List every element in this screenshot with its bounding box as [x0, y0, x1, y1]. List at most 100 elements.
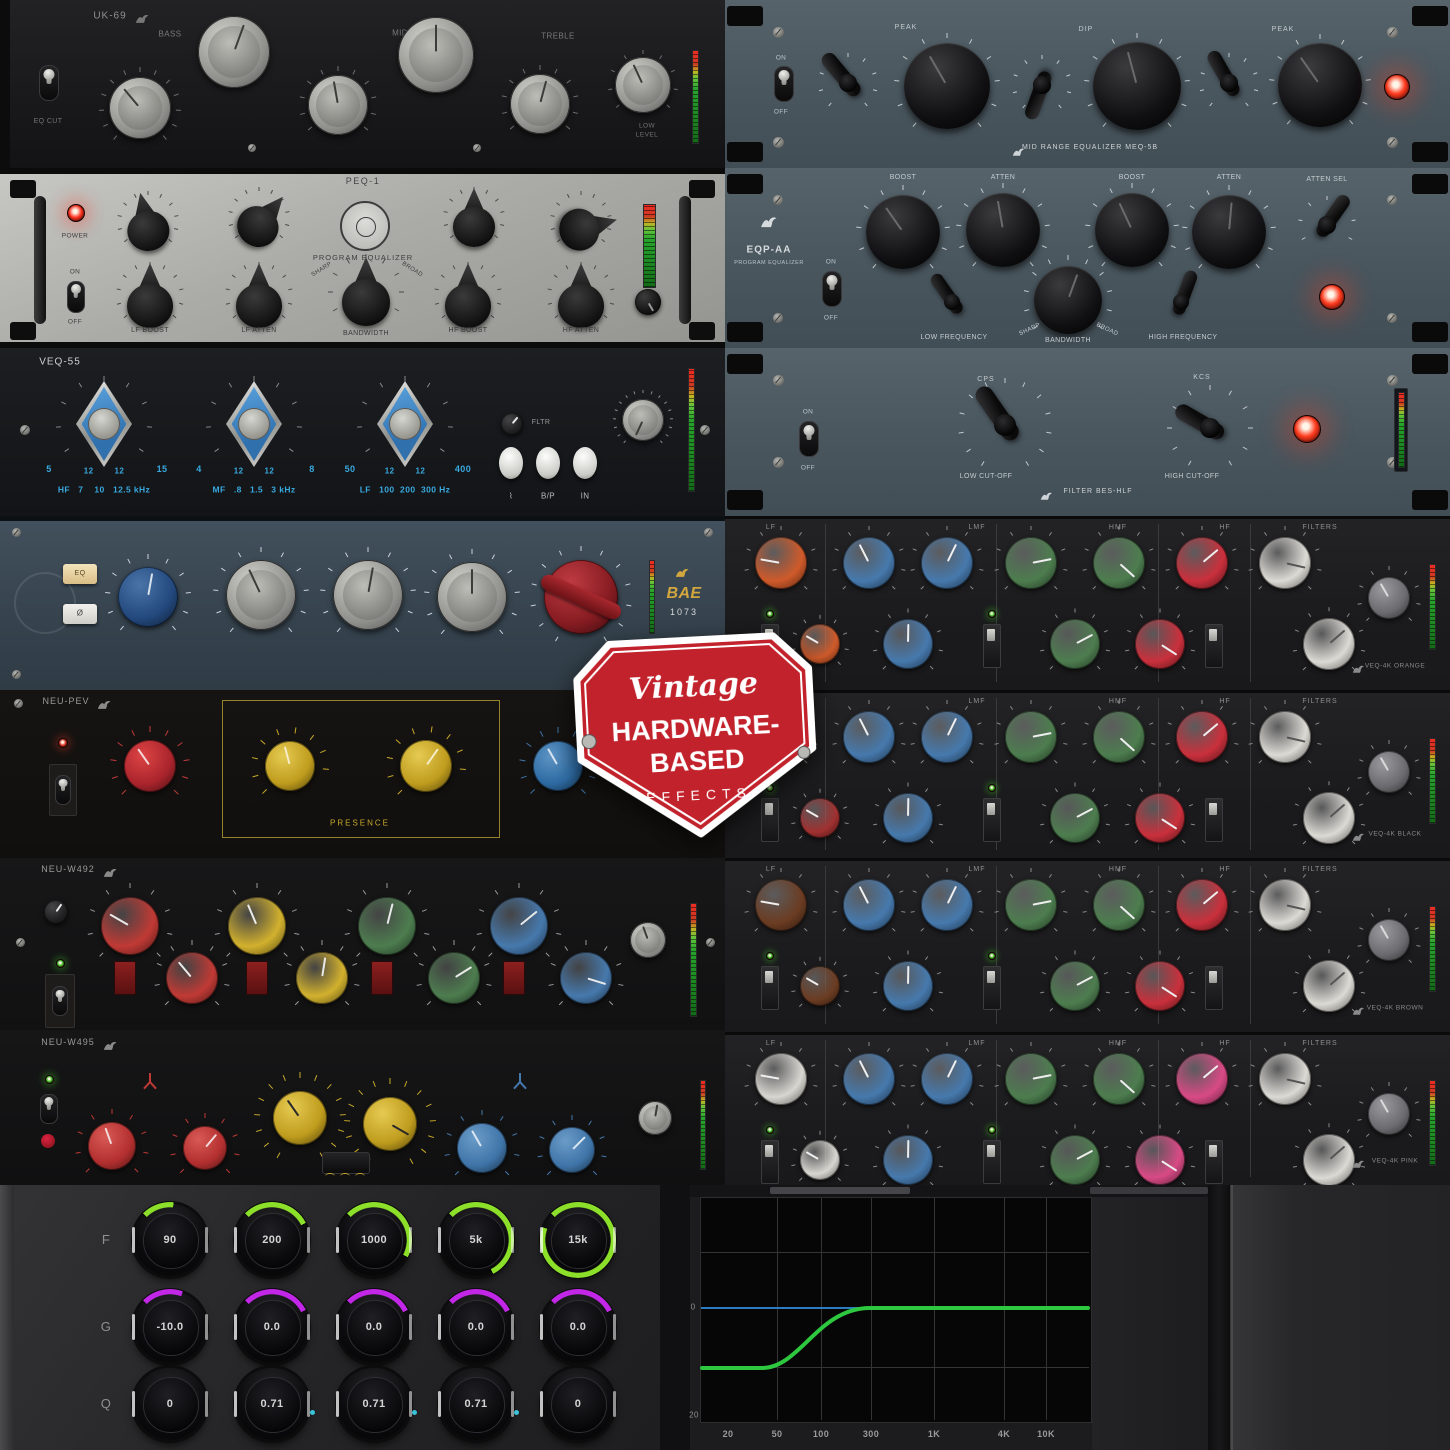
w495-hf-gain[interactable]	[549, 1127, 595, 1173]
veq55-band-knob[interactable]	[226, 381, 282, 467]
veq4k-slide-switch[interactable]	[1205, 1140, 1223, 1184]
veq4k-top-knob[interactable]	[843, 1053, 895, 1105]
w492-gain-knob[interactable]	[630, 922, 666, 958]
veq4k-top-knob[interactable]	[1005, 711, 1057, 763]
veq55-band-knob[interactable]	[377, 381, 433, 467]
w495-lf-freq[interactable]	[88, 1122, 136, 1170]
veq4k-top-knob[interactable]	[1093, 1053, 1145, 1105]
veq4k-bottom-knob[interactable]	[1050, 619, 1100, 669]
toolbar-button[interactable]	[770, 1187, 910, 1194]
veq4k-top-knob[interactable]	[921, 1053, 973, 1105]
veq4k-slide-switch[interactable]	[1205, 624, 1223, 668]
veq4k-top-knob[interactable]	[1259, 1053, 1311, 1105]
peq1-gain-knob[interactable]	[635, 289, 661, 315]
neupev-toggle[interactable]	[55, 775, 71, 804]
veq4k-top-knob[interactable]	[843, 711, 895, 763]
w492-bottom-knob[interactable]	[560, 952, 612, 1004]
eqpaa-knob[interactable]	[1192, 195, 1266, 269]
peq1-bottom-knob[interactable]	[235, 263, 283, 329]
peq1-bottom-knob[interactable]	[444, 263, 492, 329]
neupev-presence-knob1[interactable]	[265, 741, 315, 791]
veq4k-top-knob[interactable]	[755, 537, 807, 589]
veq4k-bottom-knob[interactable]	[1050, 1135, 1100, 1185]
veq4k-bottom-knob[interactable]	[1050, 961, 1100, 1011]
veq4k-top-knob[interactable]	[921, 879, 973, 931]
veq4k-top-knob[interactable]	[1005, 537, 1057, 589]
veq4k-top-knob[interactable]	[1259, 879, 1311, 931]
veq4k-slide-switch[interactable]	[761, 1140, 779, 1184]
veq55-band-knob[interactable]	[76, 381, 132, 467]
veq4k-slide-switch[interactable]	[983, 966, 1001, 1010]
eq-knob[interactable]: 0.0	[338, 1291, 410, 1363]
veq4k-bottom-knob[interactable]	[1303, 618, 1355, 670]
veq4k-bottom-knob[interactable]	[1303, 960, 1355, 1012]
bae-mid-knob[interactable]	[437, 562, 507, 632]
veq4k-slide-switch[interactable]	[983, 624, 1001, 668]
veq4k-top-knob[interactable]	[921, 711, 973, 763]
uk69-knob-1[interactable]	[109, 77, 171, 139]
eq-knob[interactable]: 0.0	[440, 1291, 512, 1363]
peq1-bottom-knob[interactable]	[126, 263, 174, 329]
w495-gain-knob[interactable]	[638, 1101, 672, 1135]
veq4k-bottom-knob[interactable]	[883, 1135, 933, 1185]
eq-knob[interactable]: 0	[542, 1368, 614, 1440]
veq55-button[interactable]	[573, 447, 597, 479]
eq-knob[interactable]: -10.0	[134, 1291, 206, 1363]
w495-hf-freq[interactable]	[457, 1123, 507, 1173]
bae-mid-knob[interactable]	[333, 560, 403, 630]
veq4k-slide-switch[interactable]	[1205, 798, 1223, 842]
veq4k-top-knob[interactable]	[1005, 1053, 1057, 1105]
veq4k-bottom-knob[interactable]	[1303, 1134, 1355, 1186]
veq4k-top-knob[interactable]	[1093, 711, 1145, 763]
veq4k-top-knob[interactable]	[1093, 879, 1145, 931]
veq4k-slide-switch[interactable]	[761, 966, 779, 1010]
peq1-top-knob[interactable]	[452, 188, 496, 248]
veq4k-bottom-knob[interactable]	[800, 1140, 840, 1180]
w492-red-switch[interactable]	[114, 961, 136, 995]
peq1-bottom-knob[interactable]	[557, 263, 605, 329]
w495-rocker[interactable]	[322, 1152, 370, 1174]
eq-knob[interactable]: 0	[134, 1368, 206, 1440]
veq55-gain-knob[interactable]	[622, 399, 664, 441]
veq55-fltr-knob[interactable]	[501, 413, 523, 435]
eqpaa-toggle[interactable]	[822, 271, 842, 307]
veq4k-top-knob[interactable]	[921, 537, 973, 589]
w492-top-knob[interactable]	[490, 897, 548, 955]
veq4k-top-knob[interactable]	[1176, 537, 1228, 589]
veq4k-bottom-knob[interactable]	[1135, 1135, 1185, 1185]
w495-mid-freq[interactable]	[273, 1091, 327, 1145]
veq4k-top-knob[interactable]	[843, 879, 895, 931]
peq1-bandwidth-knob[interactable]	[341, 257, 391, 327]
eq-knob[interactable]: 0.71	[338, 1368, 410, 1440]
w492-input-knob[interactable]	[44, 900, 68, 924]
neupev-presence-knob2[interactable]	[400, 740, 452, 792]
eq-knob[interactable]: 200	[236, 1204, 308, 1276]
veq4k-bottom-knob[interactable]	[1303, 792, 1355, 844]
w492-top-knob[interactable]	[358, 897, 416, 955]
eqpaa-knob[interactable]	[966, 193, 1040, 267]
w492-bottom-knob[interactable]	[296, 952, 348, 1004]
uk69-knob-3[interactable]	[510, 74, 570, 134]
veq4k-top-knob[interactable]	[1259, 711, 1311, 763]
veq4k-top-knob[interactable]	[1176, 1053, 1228, 1105]
eqpaa-knob[interactable]	[1095, 193, 1169, 267]
veq4k-bottom-knob[interactable]	[883, 961, 933, 1011]
meq5b-dip-knob[interactable]	[1093, 42, 1181, 130]
veq4k-top-knob[interactable]	[1259, 537, 1311, 589]
eq-knob[interactable]: 1000	[338, 1204, 410, 1276]
veq4k-bottom-knob[interactable]	[1135, 961, 1185, 1011]
veq55-button[interactable]	[536, 447, 560, 479]
veq4k-top-knob[interactable]	[755, 1053, 807, 1105]
veq4k-slide-switch[interactable]	[983, 1140, 1001, 1184]
veq4k-output-knob[interactable]	[1368, 1093, 1410, 1135]
w492-red-switch[interactable]	[503, 961, 525, 995]
w495-mid-gain[interactable]	[363, 1097, 417, 1151]
w495-red-button[interactable]	[41, 1134, 55, 1148]
meq5b-peak-knob[interactable]	[904, 43, 990, 129]
veq4k-output-knob[interactable]	[1368, 751, 1410, 793]
veq4k-bottom-knob[interactable]	[1135, 793, 1185, 843]
veq55-button[interactable]	[499, 447, 523, 479]
bae-hf-knob[interactable]	[118, 567, 178, 627]
w492-bottom-knob[interactable]	[166, 952, 218, 1004]
eqpaa-knob[interactable]	[866, 195, 940, 269]
